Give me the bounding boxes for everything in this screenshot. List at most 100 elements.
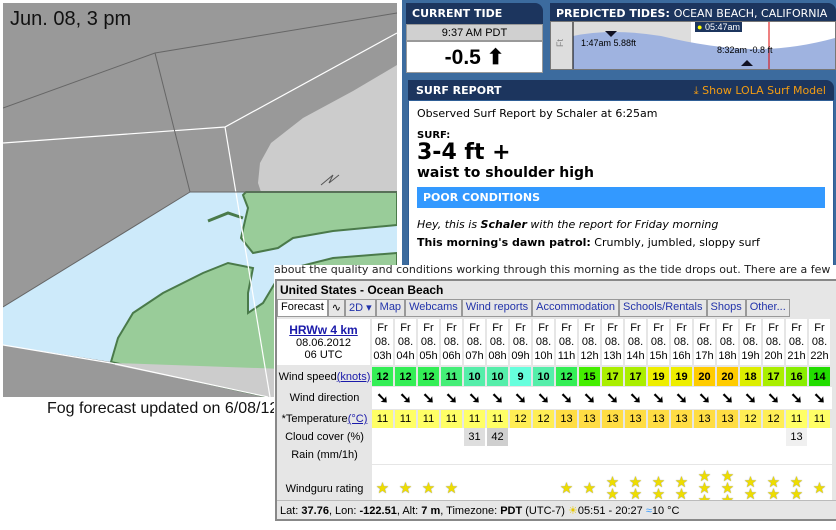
sun-icon: ● bbox=[697, 22, 703, 32]
lola-link[interactable]: ⤓ Show LOLA Surf Model bbox=[694, 84, 826, 98]
day-label: Fr bbox=[791, 322, 802, 334]
dom-label: 08. bbox=[535, 336, 552, 348]
day-label: Fr bbox=[745, 322, 756, 334]
temperature-cell: 13 bbox=[648, 410, 669, 428]
wind-speed-cell: 17 bbox=[763, 367, 784, 386]
wind-direction-arrow-icon: ➘ bbox=[399, 390, 412, 407]
knots-link[interactable]: (knots) bbox=[337, 371, 371, 383]
time-column: Fr 08. 17h bbox=[694, 319, 715, 365]
dom-label: 08. bbox=[719, 336, 736, 348]
cloud-cover-cell: 42 bbox=[487, 428, 508, 446]
time-column: Fr 08. 16h bbox=[671, 319, 692, 365]
forecast-footer: Lat: 37.76, Lon: -122.51, Alt: 7 m, Time… bbox=[277, 500, 836, 519]
wind-direction-arrow-icon: ➘ bbox=[744, 390, 757, 407]
tab-forecast[interactable]: Forecast bbox=[277, 299, 328, 317]
star-icon: ★ bbox=[444, 480, 459, 497]
lon-label: , Lon: bbox=[328, 505, 360, 517]
wind-direction-arrow-icon: ➘ bbox=[537, 390, 550, 407]
day-label: Fr bbox=[584, 322, 595, 334]
hour-label: 12h bbox=[580, 350, 599, 362]
tide-chart[interactable]: Ft ● 05:47am 1:47am 5.88ft 8:32am -0.8 f… bbox=[550, 21, 836, 70]
time-header: Fr 08. 03h Fr 08. 04h Fr 08. 05h Fr 08. 06h Fr 08. 07h… bbox=[372, 319, 832, 365]
dom-label: 08. bbox=[420, 336, 437, 348]
temperature-label: *Temperature (°C) bbox=[277, 410, 372, 428]
time-column: Fr 08. 05h bbox=[418, 319, 439, 365]
tab-webcams[interactable]: Webcams bbox=[405, 299, 462, 317]
sunrise-label: ● 05:47am bbox=[695, 22, 742, 32]
tab-map[interactable]: Map bbox=[375, 299, 406, 317]
day-label: Fr bbox=[814, 322, 825, 334]
wind-direction-arrow-icon: ➘ bbox=[445, 390, 458, 407]
alt-label: , Alt: bbox=[396, 505, 422, 517]
temperature-cell: 12 bbox=[510, 410, 531, 428]
label-text: *Temperature bbox=[281, 413, 348, 425]
star-icon: ★ bbox=[582, 480, 597, 497]
wind-speed-cell: 10 bbox=[487, 367, 508, 386]
sunrise-time: 05:47am bbox=[704, 22, 740, 32]
model-run: 06 UTC bbox=[304, 349, 343, 361]
day-label: Fr bbox=[653, 322, 664, 334]
cloud-cover-cell bbox=[510, 428, 531, 446]
download-icon: ⤓ bbox=[693, 84, 699, 97]
current-tide-time: 9:37 AM PDT bbox=[406, 24, 543, 41]
reporter-name: Schaler bbox=[480, 218, 527, 231]
dom-label: 08. bbox=[489, 336, 506, 348]
high-tide-label: 1:47am 5.88ft bbox=[581, 38, 637, 48]
tab-other[interactable]: Other... bbox=[745, 299, 790, 317]
map-time-label: Jun. 08, 3 pm bbox=[10, 8, 132, 30]
tab-accommodation[interactable]: Accommodation bbox=[532, 299, 619, 317]
cloud-cover-cell bbox=[740, 428, 761, 446]
temperature-cell: 11 bbox=[441, 410, 462, 428]
dom-label: 08. bbox=[604, 336, 621, 348]
dom-label: 08. bbox=[765, 336, 782, 348]
time-column: Fr 08. 04h bbox=[395, 319, 416, 365]
cloud-cover-cell: 13 bbox=[786, 428, 807, 446]
star-icon: ★ bbox=[559, 480, 574, 497]
temperature-cell: 13 bbox=[694, 410, 715, 428]
current-tide-value: -0.5 ⬆ bbox=[406, 41, 543, 73]
tab-wind-reports[interactable]: Wind reports bbox=[461, 299, 533, 317]
temperature-cell: 13 bbox=[625, 410, 646, 428]
temperature-cell: 12 bbox=[763, 410, 784, 428]
temperature-cell: 11 bbox=[786, 410, 807, 428]
hour-label: 04h bbox=[396, 350, 415, 362]
wind-direction-arrow-icon: ➘ bbox=[813, 390, 826, 407]
wind-direction-arrow-icon: ➘ bbox=[468, 390, 481, 407]
tab-2d[interactable]: 2D ▾ bbox=[345, 299, 376, 317]
surf-report-body: Observed Surf Report by Schaler at 6:25a… bbox=[408, 100, 834, 275]
surf-report-header: SURF REPORT ⤓ Show LOLA Surf Model bbox=[408, 80, 834, 100]
tz-label: , Timezone: bbox=[440, 505, 501, 517]
hour-label: 20h bbox=[764, 350, 783, 362]
hour-label: 16h bbox=[672, 350, 691, 362]
tab-shops[interactable]: Shops bbox=[706, 299, 746, 317]
model-link[interactable]: HRWw 4 km bbox=[289, 323, 357, 337]
tab-schools-rentals[interactable]: Schools/Rentals bbox=[619, 299, 707, 317]
hour-label: 06h bbox=[442, 350, 461, 362]
surf-report-title: SURF REPORT bbox=[416, 84, 502, 97]
temperature-cell: 13 bbox=[579, 410, 600, 428]
temperature-cell: 13 bbox=[556, 410, 577, 428]
dom-label: 08. bbox=[374, 336, 391, 348]
report-intro: Hey, this is Schaler with the report for… bbox=[417, 218, 825, 231]
wind-speed-cell: 14 bbox=[809, 367, 830, 386]
temperature-cell: 11 bbox=[395, 410, 416, 428]
wind-speed-cell: 12 bbox=[395, 367, 416, 386]
dawn-text: Crumbly, jumbled, sloppy surf bbox=[590, 236, 760, 249]
wind-direction-arrow-icon: ➘ bbox=[698, 390, 711, 407]
star-icon: ★ bbox=[398, 480, 413, 497]
alt-value: 7 m bbox=[421, 505, 441, 517]
temperature-cell: 12 bbox=[740, 410, 761, 428]
lat-label: Lat: bbox=[280, 505, 302, 517]
dom-label: 08. bbox=[512, 336, 529, 348]
hour-label: 07h bbox=[465, 350, 484, 362]
wind-speed-cell: 10 bbox=[533, 367, 554, 386]
surf-height-desc: waist to shoulder high bbox=[417, 165, 594, 181]
tab-graph[interactable]: ∿ bbox=[327, 299, 346, 317]
cloud-cover-cell bbox=[671, 428, 692, 446]
dom-label: 08. bbox=[742, 336, 759, 348]
hour-label: 21h bbox=[787, 350, 806, 362]
dom-label: 08. bbox=[581, 336, 598, 348]
celsius-link[interactable]: (°C) bbox=[348, 413, 368, 425]
lola-link-text: Show LOLA Surf Model bbox=[702, 84, 826, 97]
cloud-cover-cell bbox=[602, 428, 623, 446]
